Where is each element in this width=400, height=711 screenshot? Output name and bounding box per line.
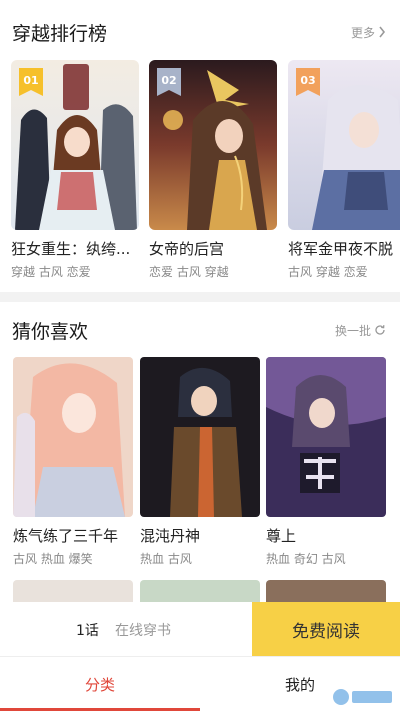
bottom-tab-bar: 分类 我的: [0, 656, 400, 711]
comic-title[interactable]: 混沌丹神: [140, 525, 200, 546]
comic-cover-peek-3[interactable]: [266, 580, 386, 602]
free-read-button[interactable]: 免费阅读: [252, 602, 400, 656]
ranking-header: 穿越排行榜 更多: [12, 18, 386, 46]
rank-badge-1: 01: [19, 68, 43, 96]
guess-title: 猜你喜欢: [12, 320, 89, 343]
chevron-right-icon: [379, 26, 386, 38]
refresh-label: 换一批: [334, 323, 371, 338]
comic-title[interactable]: 狂女重生：纨绔...: [11, 238, 139, 259]
ranking-card-3[interactable]: 03 将军金甲夜不脱 古风 穿越 恋爱: [288, 60, 400, 286]
comic-tags: 热血 奇幻 古风: [266, 552, 346, 566]
comic-title[interactable]: 尊上: [266, 525, 296, 546]
comic-title[interactable]: 将军金甲夜不脱: [288, 238, 400, 259]
comic-cover-5[interactable]: [140, 357, 260, 517]
refresh-icon: [375, 325, 385, 335]
guess-section: 猜你喜欢 换一批 炼气练了三千年 古风 热血 爆笑 混沌丹神 热血 古风 尊上 …: [0, 302, 400, 602]
comic-title[interactable]: 女帝的后宫: [149, 238, 277, 259]
ranking-section: 穿越排行榜 更多 01 狂女重生：纨绔... 穿越 古风 恋爱 02 女帝的后宫…: [0, 0, 400, 292]
comic-cover-peek-2[interactable]: [140, 580, 260, 602]
watermark-logo: [333, 689, 392, 705]
tab-category[interactable]: 分类: [0, 657, 200, 711]
rank-badge-2: 02: [157, 68, 181, 96]
refresh-button[interactable]: 换一批: [335, 322, 386, 339]
comic-tags: 热血 古风: [140, 552, 192, 566]
comic-title[interactable]: 炼气练了三千年: [13, 525, 118, 546]
ranking-title: 穿越排行榜: [12, 22, 108, 45]
chapter-label[interactable]: 1话: [76, 620, 99, 640]
comic-cover-6[interactable]: [266, 357, 386, 517]
more-link[interactable]: 更多: [351, 24, 386, 41]
more-label: 更多: [350, 25, 375, 40]
read-bar: 1话 在线穿书 免费阅读: [0, 602, 400, 656]
comic-cover-peek-1[interactable]: [13, 580, 133, 602]
comic-tags: 古风 热血 爆笑: [13, 552, 93, 566]
comic-cover-4[interactable]: [13, 357, 133, 517]
comic-tags: 穿越 古风 恋爱: [11, 265, 91, 279]
comic-tags: 恋爱 古风 穿越: [149, 265, 229, 279]
comic-tags: 古风 穿越 恋爱: [288, 265, 368, 279]
guess-header: 猜你喜欢 换一批: [12, 316, 386, 344]
rank-badge-3: 03: [296, 68, 320, 96]
read-hint: 在线穿书: [115, 623, 171, 639]
